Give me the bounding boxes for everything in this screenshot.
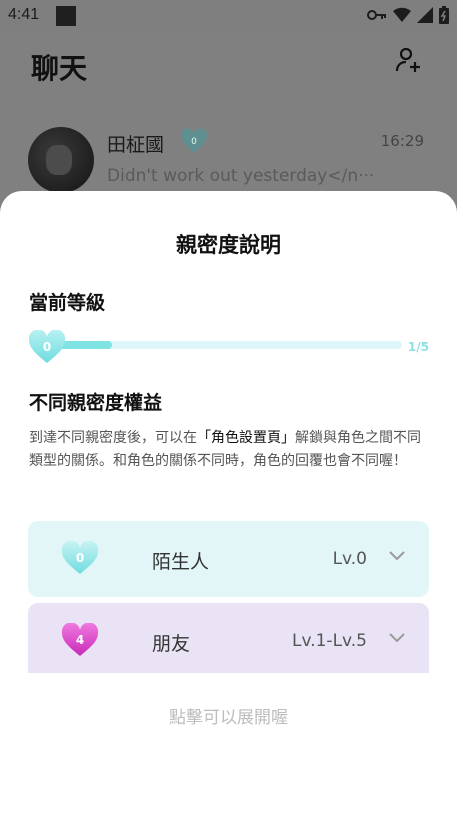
level-card-stranger[interactable]: 0 陌生人 Lv.0 [28, 521, 429, 597]
person-add-icon[interactable] [395, 46, 423, 74]
current-level-heart-icon: 0 [28, 330, 66, 363]
chat-preview: Didn't work out yesterday</n··· [107, 166, 375, 186]
sheet-title: 親密度說明 [176, 233, 281, 257]
level-name: 朋友 [152, 633, 191, 655]
level-progress-bar [40, 341, 402, 349]
battery-icon [439, 6, 449, 24]
current-level-heading: 當前等級 [29, 292, 106, 314]
notification-icon [56, 6, 76, 26]
intimacy-heart-icon: 0 [180, 128, 208, 153]
chat-time: 16:29 [380, 132, 424, 150]
level-name: 陌生人 [152, 551, 210, 573]
level-progress-label: 1/5 [407, 340, 429, 354]
key-icon [367, 10, 386, 20]
role-settings-highlight: 「角色設置頁」 [197, 430, 295, 446]
wifi-icon [393, 7, 411, 23]
chat-heart-value: 0 [191, 137, 197, 147]
status-bar: 4:41 [0, 0, 457, 32]
tap-to-expand-hint[interactable]: 點擊可以展開喔 [0, 703, 457, 728]
avatar [28, 127, 94, 193]
stranger-heart-value: 0 [76, 551, 84, 565]
chat-name: 田柾國 [107, 134, 165, 156]
friend-heart-value: 4 [76, 633, 84, 647]
chevron-down-icon[interactable] [389, 633, 405, 643]
page-title: 聊天 [31, 52, 88, 85]
benefits-description: 到達不同親密度後，可以在「角色設置頁」解鎖與角色之間不同類型的關係。和角色的關係… [29, 430, 421, 469]
status-time: 4:41 [8, 6, 40, 23]
intimacy-info-sheet: 親密度說明 當前等級 0 1/5 不同親密度權益 到達不同親密度後，可以在「角色… [0, 191, 457, 814]
level-card-friend[interactable]: 4 朋友 Lv.1-Lv.5 [28, 603, 429, 673]
stranger-heart-icon: 0 [61, 541, 99, 574]
friend-heart-icon: 4 [61, 623, 99, 656]
level-range: Lv.1-Lv.5 [292, 631, 367, 651]
level-range: Lv.0 [332, 549, 367, 569]
signal-icon [417, 7, 433, 23]
current-level-value: 0 [43, 340, 51, 354]
benefits-heading: 不同親密度權益 [29, 392, 163, 414]
chevron-down-icon[interactable] [389, 551, 405, 561]
